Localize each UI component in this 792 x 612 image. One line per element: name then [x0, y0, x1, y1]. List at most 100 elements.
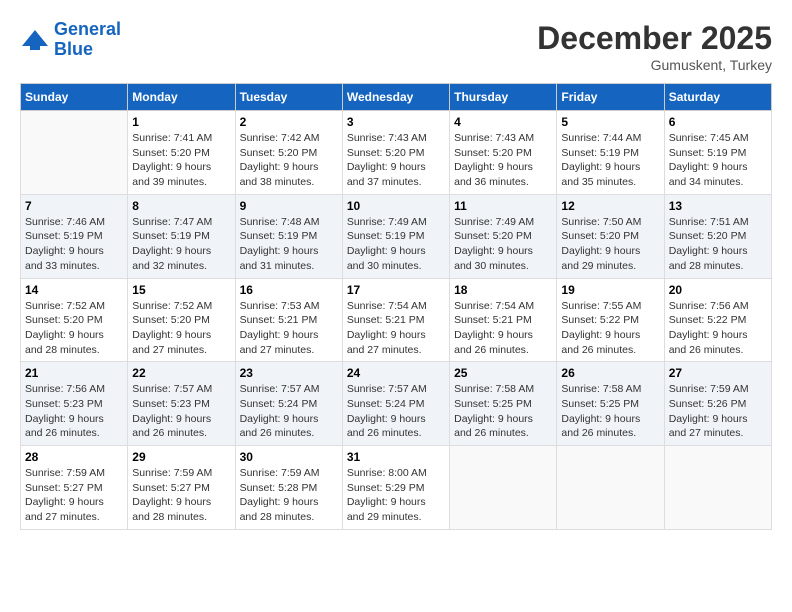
month-title: December 2025 — [537, 20, 772, 57]
calendar-cell: 20 Sunrise: 7:56 AMSunset: 5:22 PMDayligh… — [664, 278, 771, 362]
calendar-cell: 22Sunrise: 7:57 AMSunset: 5:23 PMDayligh… — [128, 362, 235, 446]
calendar-cell — [450, 446, 557, 530]
day-number: 17 — [347, 283, 445, 297]
calendar-cell: 30 Sunrise: 7:59 AMSunset: 5:28 PMDayligh… — [235, 446, 342, 530]
calendar-cell: 6 Sunrise: 7:45 AMSunset: 5:19 PMDaylight… — [664, 111, 771, 195]
day-info: Sunrise: 7:59 AMSunset: 5:27 PMDaylight:… — [132, 466, 230, 525]
day-info: Sunrise: 7:56 AMSunset: 5:22 PMDaylight:… — [669, 299, 767, 358]
calendar-week-row: 1Sunrise: 7:41 AMSunset: 5:20 PMDaylight… — [21, 111, 772, 195]
day-info: Sunrise: 7:52 AMSunset: 5:20 PMDaylight:… — [132, 299, 230, 358]
day-number: 11 — [454, 199, 552, 213]
day-number: 19 — [561, 283, 659, 297]
day-info: Sunrise: 7:50 AMSunset: 5:20 PMDaylight:… — [561, 215, 659, 274]
location: Gumuskent, Turkey — [537, 57, 772, 73]
day-info: Sunrise: 7:49 AMSunset: 5:20 PMDaylight:… — [454, 215, 552, 274]
header-friday: Friday — [557, 84, 664, 111]
calendar-cell: 3 Sunrise: 7:43 AMSunset: 5:20 PMDaylight… — [342, 111, 449, 195]
calendar-header-row: SundayMondayTuesdayWednesdayThursdayFrid… — [21, 84, 772, 111]
day-info: Sunrise: 7:54 AMSunset: 5:21 PMDaylight:… — [454, 299, 552, 358]
day-number: 22 — [132, 366, 230, 380]
day-info: Sunrise: 7:57 AMSunset: 5:24 PMDaylight:… — [240, 382, 338, 441]
day-number: 12 — [561, 199, 659, 213]
calendar-cell — [557, 446, 664, 530]
day-number: 24 — [347, 366, 445, 380]
day-info: Sunrise: 7:57 AMSunset: 5:24 PMDaylight:… — [347, 382, 445, 441]
header-sunday: Sunday — [21, 84, 128, 111]
header-monday: Monday — [128, 84, 235, 111]
day-number: 25 — [454, 366, 552, 380]
day-number: 6 — [669, 115, 767, 129]
day-info: Sunrise: 7:49 AMSunset: 5:19 PMDaylight:… — [347, 215, 445, 274]
calendar-cell — [21, 111, 128, 195]
calendar-cell: 12 Sunrise: 7:50 AMSunset: 5:20 PMDayligh… — [557, 194, 664, 278]
calendar-cell: 8 Sunrise: 7:47 AMSunset: 5:19 PMDaylight… — [128, 194, 235, 278]
day-number: 9 — [240, 199, 338, 213]
day-number: 29 — [132, 450, 230, 464]
day-info: Sunrise: 7:44 AMSunset: 5:19 PMDaylight:… — [561, 131, 659, 190]
day-number: 4 — [454, 115, 552, 129]
header-saturday: Saturday — [664, 84, 771, 111]
day-number: 3 — [347, 115, 445, 129]
day-info: Sunrise: 7:45 AMSunset: 5:19 PMDaylight:… — [669, 131, 767, 190]
logo-line1: General — [54, 19, 121, 39]
calendar-cell: 10 Sunrise: 7:49 AMSunset: 5:19 PMDayligh… — [342, 194, 449, 278]
day-number: 27 — [669, 366, 767, 380]
calendar-cell: 4Sunrise: 7:43 AMSunset: 5:20 PMDaylight… — [450, 111, 557, 195]
day-number: 16 — [240, 283, 338, 297]
day-info: Sunrise: 8:00 AMSunset: 5:29 PMDaylight:… — [347, 466, 445, 525]
day-number: 8 — [132, 199, 230, 213]
calendar-week-row: 28 Sunrise: 7:59 AMSunset: 5:27 PMDayligh… — [21, 446, 772, 530]
calendar-cell: 31Sunrise: 8:00 AMSunset: 5:29 PMDayligh… — [342, 446, 449, 530]
calendar-cell: 7 Sunrise: 7:46 AMSunset: 5:19 PMDaylight… — [21, 194, 128, 278]
calendar-cell: 19 Sunrise: 7:55 AMSunset: 5:22 PMDayligh… — [557, 278, 664, 362]
title-block: December 2025 Gumuskent, Turkey — [537, 20, 772, 73]
calendar-cell: 21Sunrise: 7:56 AMSunset: 5:23 PMDayligh… — [21, 362, 128, 446]
day-number: 10 — [347, 199, 445, 213]
day-info: Sunrise: 7:46 AMSunset: 5:19 PMDaylight:… — [25, 215, 123, 274]
day-info: Sunrise: 7:41 AMSunset: 5:20 PMDaylight:… — [132, 131, 230, 190]
day-number: 21 — [25, 366, 123, 380]
logo-icon — [20, 28, 50, 52]
calendar-table: SundayMondayTuesdayWednesdayThursdayFrid… — [20, 83, 772, 530]
day-number: 20 — [669, 283, 767, 297]
calendar-cell: 25 Sunrise: 7:58 AMSunset: 5:25 PMDayligh… — [450, 362, 557, 446]
day-info: Sunrise: 7:47 AMSunset: 5:19 PMDaylight:… — [132, 215, 230, 274]
calendar-cell: 16 Sunrise: 7:53 AMSunset: 5:21 PMDayligh… — [235, 278, 342, 362]
logo-text: General Blue — [54, 20, 121, 60]
day-info: Sunrise: 7:59 AMSunset: 5:26 PMDaylight:… — [669, 382, 767, 441]
calendar-cell: 27 Sunrise: 7:59 AMSunset: 5:26 PMDayligh… — [664, 362, 771, 446]
calendar-cell — [664, 446, 771, 530]
calendar-week-row: 14 Sunrise: 7:52 AMSunset: 5:20 PMDayligh… — [21, 278, 772, 362]
day-number: 5 — [561, 115, 659, 129]
day-number: 28 — [25, 450, 123, 464]
calendar-cell: 5 Sunrise: 7:44 AMSunset: 5:19 PMDaylight… — [557, 111, 664, 195]
calendar-cell: 24 Sunrise: 7:57 AMSunset: 5:24 PMDayligh… — [342, 362, 449, 446]
day-number: 13 — [669, 199, 767, 213]
day-number: 7 — [25, 199, 123, 213]
calendar-cell: 11 Sunrise: 7:49 AMSunset: 5:20 PMDayligh… — [450, 194, 557, 278]
day-number: 30 — [240, 450, 338, 464]
day-info: Sunrise: 7:54 AMSunset: 5:21 PMDaylight:… — [347, 299, 445, 358]
header-wednesday: Wednesday — [342, 84, 449, 111]
calendar-cell: 2 Sunrise: 7:42 AMSunset: 5:20 PMDaylight… — [235, 111, 342, 195]
page-header: General Blue December 2025 Gumuskent, Tu… — [20, 20, 772, 73]
day-info: Sunrise: 7:43 AMSunset: 5:20 PMDaylight:… — [347, 131, 445, 190]
calendar-cell: 28Sunrise: 7:59 AMSunset: 5:27 PMDayligh… — [21, 446, 128, 530]
header-tuesday: Tuesday — [235, 84, 342, 111]
calendar-cell: 1Sunrise: 7:41 AMSunset: 5:20 PMDaylight… — [128, 111, 235, 195]
calendar-week-row: 7 Sunrise: 7:46 AMSunset: 5:19 PMDaylight… — [21, 194, 772, 278]
day-info: Sunrise: 7:53 AMSunset: 5:21 PMDaylight:… — [240, 299, 338, 358]
day-number: 2 — [240, 115, 338, 129]
day-info: Sunrise: 7:52 AMSunset: 5:20 PMDaylight:… — [25, 299, 123, 358]
day-number: 23 — [240, 366, 338, 380]
day-number: 14 — [25, 283, 123, 297]
day-number: 18 — [454, 283, 552, 297]
day-info: Sunrise: 7:59 AMSunset: 5:28 PMDaylight:… — [240, 466, 338, 525]
day-info: Sunrise: 7:55 AMSunset: 5:22 PMDaylight:… — [561, 299, 659, 358]
calendar-cell: 29 Sunrise: 7:59 AMSunset: 5:27 PMDayligh… — [128, 446, 235, 530]
calendar-week-row: 21Sunrise: 7:56 AMSunset: 5:23 PMDayligh… — [21, 362, 772, 446]
calendar-cell: 9 Sunrise: 7:48 AMSunset: 5:19 PMDaylight… — [235, 194, 342, 278]
day-info: Sunrise: 7:48 AMSunset: 5:19 PMDaylight:… — [240, 215, 338, 274]
day-info: Sunrise: 7:42 AMSunset: 5:20 PMDaylight:… — [240, 131, 338, 190]
day-info: Sunrise: 7:58 AMSunset: 5:25 PMDaylight:… — [454, 382, 552, 441]
